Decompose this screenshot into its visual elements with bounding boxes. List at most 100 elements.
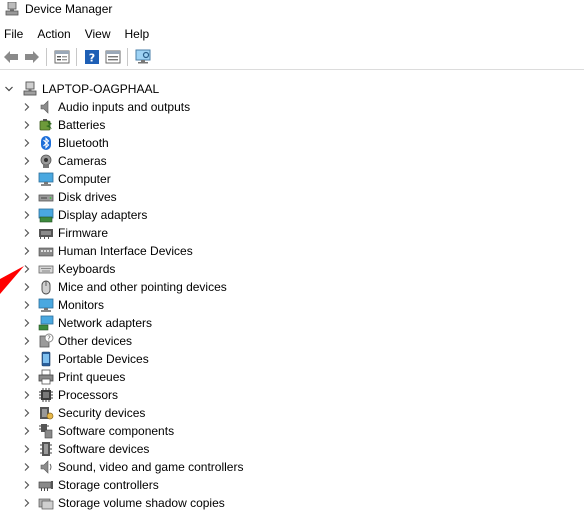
menu-file[interactable]: File xyxy=(0,24,30,44)
tree-item-label: Audio inputs and outputs xyxy=(58,100,191,114)
tree-item[interactable]: Storage volume shadow copies xyxy=(22,494,225,512)
chevron-right-icon[interactable] xyxy=(22,314,32,332)
red-arrow-annotation xyxy=(0,266,24,294)
tree-item[interactable]: Monitors xyxy=(22,296,104,314)
chevron-down-icon[interactable] xyxy=(4,80,14,98)
bluetooth-icon xyxy=(38,135,54,151)
shadow-copy-icon xyxy=(38,495,54,511)
chevron-right-icon[interactable] xyxy=(22,296,32,314)
properties-icon[interactable] xyxy=(52,47,72,67)
computer-icon xyxy=(38,171,54,187)
network-adapter-icon xyxy=(38,315,54,331)
tree-root-label: LAPTOP-OAGPHAAL xyxy=(42,82,160,96)
other-devices-icon: ? xyxy=(38,333,54,349)
monitor-scan-icon[interactable] xyxy=(133,47,153,67)
tree-item[interactable]: Processors xyxy=(22,386,118,404)
tree-item-label: Firmware xyxy=(58,226,108,240)
software-component-icon xyxy=(38,423,54,439)
storage-controller-icon xyxy=(38,477,54,493)
camera-icon xyxy=(38,153,54,169)
chevron-right-icon[interactable] xyxy=(22,170,32,188)
processor-icon xyxy=(38,387,54,403)
tree-item[interactable]: Mice and other pointing devices xyxy=(22,278,227,296)
menu-view[interactable]: View xyxy=(78,24,118,44)
window-title: Device Manager xyxy=(25,2,113,16)
chevron-right-icon[interactable] xyxy=(22,404,32,422)
tree-item[interactable]: Print queues xyxy=(22,368,125,386)
show-hide-icon[interactable] xyxy=(103,47,123,67)
chevron-right-icon[interactable] xyxy=(22,332,32,350)
sound-controller-icon xyxy=(38,459,54,475)
tree-item[interactable]: Computer xyxy=(22,170,111,188)
chevron-right-icon[interactable] xyxy=(22,422,32,440)
back-icon[interactable] xyxy=(1,47,21,67)
monitor-icon xyxy=(38,297,54,313)
tree-item[interactable]: Keyboards xyxy=(22,260,115,278)
portable-device-icon xyxy=(38,351,54,367)
tree-item[interactable]: Security devices xyxy=(22,404,145,422)
tree-root[interactable]: LAPTOP-OAGPHAAL xyxy=(4,80,159,98)
chevron-right-icon[interactable] xyxy=(22,440,32,458)
tree-item[interactable]: Network adapters xyxy=(22,314,152,332)
chevron-right-icon[interactable] xyxy=(22,368,32,386)
keyboard-icon xyxy=(38,261,54,277)
battery-icon xyxy=(38,117,54,133)
menu-help[interactable]: Help xyxy=(118,24,157,44)
menu-action[interactable]: Action xyxy=(30,24,77,44)
tree-item-label: Software devices xyxy=(58,442,150,456)
tree-item[interactable]: Human Interface Devices xyxy=(22,242,193,260)
chevron-right-icon[interactable] xyxy=(22,494,32,512)
chevron-right-icon[interactable] xyxy=(22,242,32,260)
chevron-right-icon[interactable] xyxy=(22,134,32,152)
tree-item-label: Disk drives xyxy=(58,190,117,204)
chevron-right-icon[interactable] xyxy=(22,224,32,242)
software-device-icon xyxy=(38,441,54,457)
forward-icon[interactable] xyxy=(22,47,42,67)
chevron-right-icon[interactable] xyxy=(22,188,32,206)
chevron-right-icon[interactable] xyxy=(22,116,32,134)
chevron-right-icon[interactable] xyxy=(22,206,32,224)
tree-item[interactable]: Sound, video and game controllers xyxy=(22,458,243,476)
tree-item-label: Sound, video and game controllers xyxy=(58,460,244,474)
toolbar-separator xyxy=(46,48,47,66)
tree-item[interactable]: Batteries xyxy=(22,116,105,134)
tree-item[interactable]: Display adapters xyxy=(22,206,147,224)
tree-item[interactable]: Bluetooth xyxy=(22,134,109,152)
tree-item-label: Display adapters xyxy=(58,208,148,222)
tree-item-label: Mice and other pointing devices xyxy=(58,280,227,294)
tree-item-label: Storage volume shadow copies xyxy=(58,496,225,510)
tree-item-label: Print queues xyxy=(58,370,126,384)
chevron-right-icon[interactable] xyxy=(22,458,32,476)
tree-item-label: Keyboards xyxy=(58,262,116,276)
disk-drive-icon xyxy=(38,189,54,205)
chevron-right-icon[interactable] xyxy=(22,386,32,404)
toolbar: ? xyxy=(0,46,584,68)
chevron-right-icon[interactable] xyxy=(22,350,32,368)
tree-item[interactable]: Software devices xyxy=(22,440,149,458)
tree-item-label: Computer xyxy=(58,172,111,186)
title-bar: Device Manager xyxy=(0,0,584,20)
tree-item[interactable]: Audio inputs and outputs xyxy=(22,98,190,116)
mouse-icon xyxy=(38,279,54,295)
tree-item[interactable]: Firmware xyxy=(22,224,108,242)
chevron-right-icon[interactable] xyxy=(22,476,32,494)
tree-item-label: Security devices xyxy=(58,406,146,420)
tree-item-label: Storage controllers xyxy=(58,478,159,492)
tree-item-label: Network adapters xyxy=(58,316,153,330)
help-icon[interactable]: ? xyxy=(82,47,102,67)
tree-item[interactable]: Storage controllers xyxy=(22,476,159,494)
tree-item-label: Cameras xyxy=(58,154,107,168)
tree-item[interactable]: Portable Devices xyxy=(22,350,149,368)
device-manager-icon xyxy=(4,1,20,16)
svg-text:?: ? xyxy=(89,52,95,65)
tree-item[interactable]: Cameras xyxy=(22,152,107,170)
tree-item-label: Bluetooth xyxy=(58,136,109,150)
speaker-icon xyxy=(38,99,54,115)
chevron-right-icon[interactable] xyxy=(22,152,32,170)
tree-item[interactable]: ? Other devices xyxy=(22,332,132,350)
chevron-right-icon[interactable] xyxy=(22,98,32,116)
tree-item[interactable]: Software components xyxy=(22,422,174,440)
toolbar-separator xyxy=(127,48,128,66)
display-adapter-icon xyxy=(38,207,54,223)
tree-item[interactable]: Disk drives xyxy=(22,188,117,206)
